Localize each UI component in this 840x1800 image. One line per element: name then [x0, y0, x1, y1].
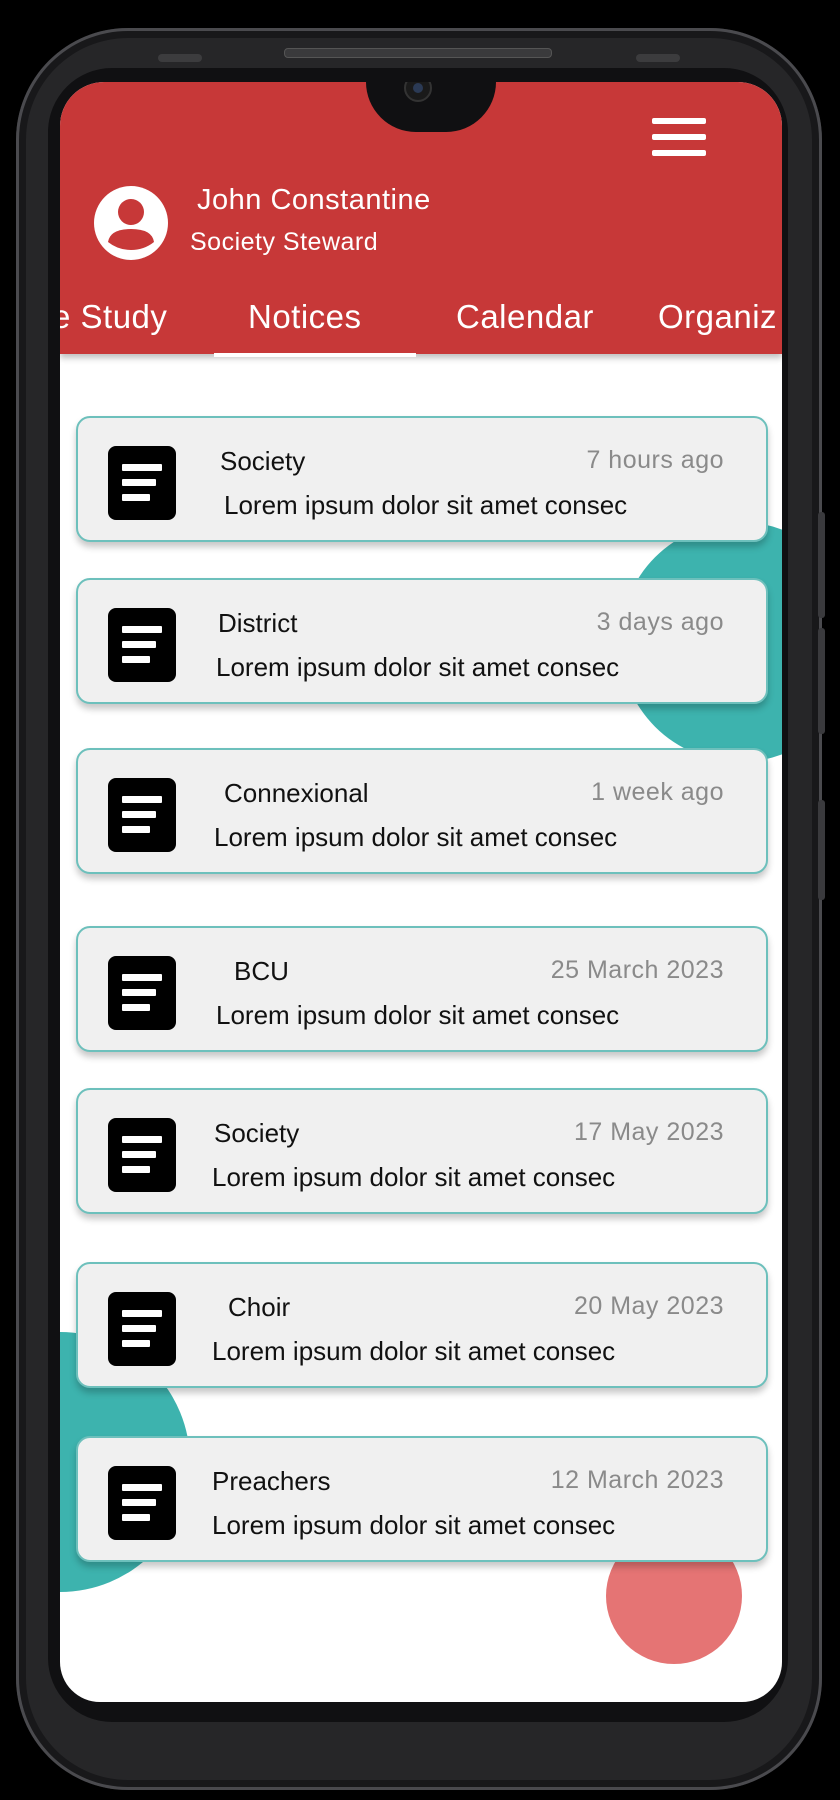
user-avatar-icon[interactable] [94, 186, 168, 260]
notice-card[interactable]: District 3 days ago Lorem ipsum dolor si… [76, 578, 768, 704]
active-tab-indicator [214, 353, 416, 357]
notice-preview: Lorem ipsum dolor sit amet consec [216, 1000, 620, 1030]
notice-time: 12 March 2023 [550, 1466, 724, 1494]
notice-card[interactable]: Connexional 1 week ago Lorem ipsum dolor… [76, 748, 768, 874]
notice-card[interactable]: Society 17 May 2023 Lorem ipsum dolor si… [76, 1088, 768, 1214]
notice-category: Choir [228, 1292, 291, 1322]
document-icon [108, 956, 176, 1030]
tab-bible-study[interactable]: e Study [60, 298, 167, 336]
notice-card[interactable]: Society 7 hours ago Lorem ipsum dolor si… [76, 416, 768, 542]
notice-time: 3 days ago [596, 608, 724, 636]
notice-time: 20 May 2023 [573, 1292, 724, 1320]
document-icon [108, 1292, 176, 1366]
document-icon [108, 446, 176, 520]
volume-up-button [818, 512, 825, 618]
tab-calendar[interactable]: Calendar [456, 298, 594, 336]
notice-preview: Lorem ipsum dolor sit amet consec [212, 1162, 616, 1192]
volume-down-button [818, 628, 825, 734]
document-icon [108, 1118, 176, 1192]
sensor-right [636, 54, 680, 62]
tab-notices[interactable]: Notices [248, 298, 362, 336]
document-icon [108, 608, 176, 682]
notice-category: Preachers [212, 1466, 331, 1496]
user-name: John Constantine [197, 184, 431, 216]
sensor-left [158, 54, 202, 62]
tab-organizations[interactable]: Organiz [658, 298, 777, 336]
notice-preview: Lorem ipsum dolor sit amet consec [214, 822, 618, 852]
notice-category: Society [220, 446, 306, 476]
notice-preview: Lorem ipsum dolor sit amet consec [216, 652, 620, 682]
notice-time: 25 March 2023 [550, 956, 724, 984]
notice-category: Connexional [224, 778, 369, 808]
notice-time: 7 hours ago [586, 446, 724, 474]
document-icon [108, 778, 176, 852]
notice-time: 1 week ago [591, 778, 724, 806]
earpiece-speaker [284, 48, 552, 58]
document-icon [108, 1466, 176, 1540]
notice-card[interactable]: Choir 20 May 2023 Lorem ipsum dolor sit … [76, 1262, 768, 1388]
power-button [818, 800, 825, 900]
notice-category: District [218, 608, 298, 638]
app-screen: John Constantine Society Steward e Study… [60, 82, 782, 1702]
notice-preview: Lorem ipsum dolor sit amet consec [224, 490, 628, 520]
notice-card[interactable]: BCU 25 March 2023 Lorem ipsum dolor sit … [76, 926, 768, 1052]
notice-preview: Lorem ipsum dolor sit amet consec [212, 1336, 616, 1366]
notice-card[interactable]: Preachers 12 March 2023 Lorem ipsum dolo… [76, 1436, 768, 1562]
user-role: Society Steward [190, 228, 379, 256]
hamburger-menu-icon[interactable] [652, 118, 708, 160]
notice-category: BCU [234, 956, 289, 986]
notice-preview: Lorem ipsum dolor sit amet consec [212, 1510, 616, 1540]
notice-category: Society [214, 1118, 300, 1148]
notice-time: 17 May 2023 [573, 1118, 724, 1146]
